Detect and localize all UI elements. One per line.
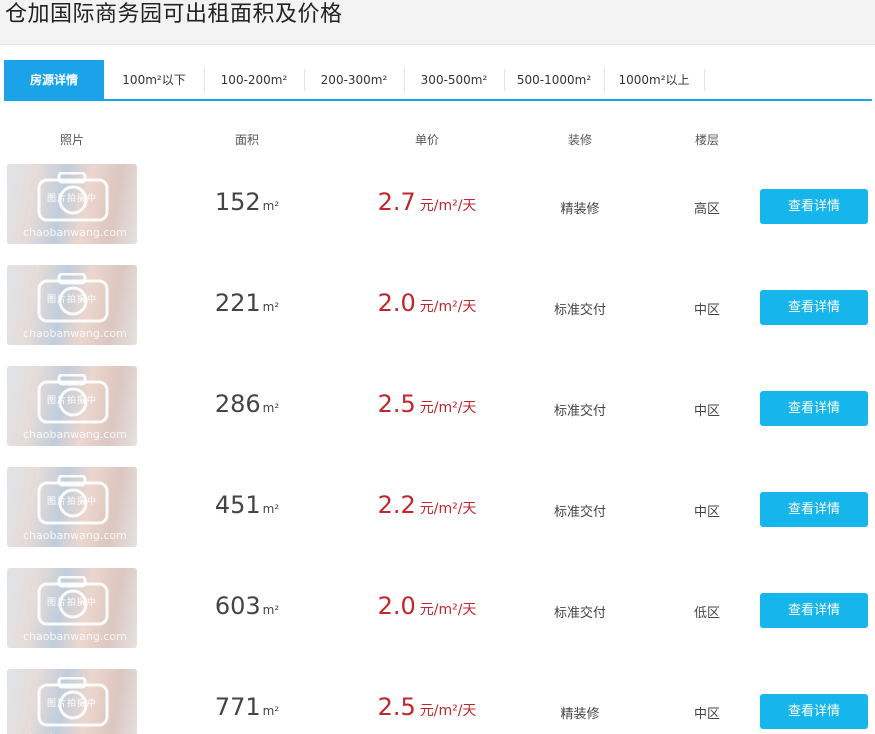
photo-watermark: chaobanwang.com xyxy=(23,428,127,441)
listing-photo[interactable]: 图片拍摄中 chaobanwang.com xyxy=(7,467,137,547)
listing-decoration: 精装修 xyxy=(560,202,600,217)
column-header-price: 单价 xyxy=(414,133,439,147)
listing-floor: 高区 xyxy=(693,202,720,217)
title-bar: 仓加国际商务园可出租面积及价格 xyxy=(0,0,875,45)
listing-price: 2.5 元/m²/天 xyxy=(347,693,507,721)
photo-pending-text: 图片拍摄中 xyxy=(47,396,98,406)
tab-100-200[interactable]: 100-200m² xyxy=(204,60,304,100)
listing-area: 771 m² xyxy=(187,693,307,721)
price-unit: 元/m²/天 xyxy=(419,602,477,618)
listing-floor: 低区 xyxy=(693,606,720,621)
price-value: 2.5 xyxy=(377,693,416,721)
price-unit: 元/m²/天 xyxy=(419,299,477,315)
price-value: 2.5 xyxy=(377,390,416,418)
listing-floor: 中区 xyxy=(693,707,720,722)
tab-500-1000[interactable]: 500-1000m² xyxy=(504,60,604,100)
column-header-decoration: 装修 xyxy=(567,133,592,147)
view-details-button[interactable]: 查看详情 xyxy=(760,694,868,729)
listing-photo[interactable]: 图片拍摄中 chaobanwang.com xyxy=(7,669,137,734)
column-header-floor: 楼层 xyxy=(694,133,719,147)
price-unit: 元/m²/天 xyxy=(419,703,477,719)
photo-watermark: chaobanwang.com xyxy=(23,630,127,643)
photo-pending-text: 图片拍摄中 xyxy=(47,194,98,204)
view-details-button[interactable]: 查看详情 xyxy=(760,391,868,426)
tab-under-100[interactable]: 100m²以下 xyxy=(104,60,204,100)
area-unit: m² xyxy=(262,502,280,516)
area-value: 152 xyxy=(214,188,261,216)
listing-row: 图片拍摄中 chaobanwang.com 603 m² 2.0 元/m²/天 标准… xyxy=(0,568,875,650)
listing-row: 图片拍摄中 chaobanwang.com 771m² 2.5元/m²/天 精装… xyxy=(0,669,875,734)
price-unit: 元/m²/天 xyxy=(419,198,477,214)
listing-photo[interactable]: 图片拍摄中 chaobanwang.com xyxy=(7,265,137,345)
listing-area: 451 m² xyxy=(187,491,307,519)
price-value: 2.7 xyxy=(377,188,416,216)
area-value: 221 xyxy=(214,289,261,317)
listing-decoration: 精装修 xyxy=(560,707,600,722)
tab-divider xyxy=(704,69,705,91)
price-value: 2.0 xyxy=(377,289,416,317)
page-title: 仓加国际商务园可出租面积及价格 xyxy=(5,2,343,27)
photo-pending-text: 图片拍摄中 xyxy=(47,295,98,305)
photo-pending-text: 图片拍摄中 xyxy=(47,598,98,608)
view-details-button[interactable]: 查看详情 xyxy=(760,492,868,527)
listing-decoration: 标准交付 xyxy=(553,606,606,621)
photo-watermark: chaobanwang.com xyxy=(23,327,127,340)
price-value: 2.2 xyxy=(377,491,416,519)
area-unit: m² xyxy=(262,603,280,617)
price-unit: 元/m²/天 xyxy=(419,501,477,517)
listing-price: 2.2 元/m²/天 xyxy=(347,491,507,519)
listing-price: 2.0 元/m²/天 xyxy=(347,592,507,620)
area-unit: m² xyxy=(262,199,280,213)
listing-photo[interactable]: 图片拍摄中 chaobanwang.com xyxy=(7,164,137,244)
listing-row: 图片拍摄中 chaobanwang.com 152 m² 2.7 元/m²/天 精装… xyxy=(0,164,875,246)
listing-photo[interactable]: 图片拍摄中 chaobanwang.com xyxy=(7,366,137,446)
listing-price: 2.5 元/m²/天 xyxy=(347,390,507,418)
tab-200-300[interactable]: 200-300m² xyxy=(304,60,404,100)
tab-over-1000[interactable]: 1000m²以上 xyxy=(604,60,704,100)
area-value: 603 xyxy=(214,592,261,620)
area-value: 771 xyxy=(214,693,261,721)
area-value: 286 xyxy=(214,390,261,418)
listing-area: 221 m² xyxy=(187,289,307,317)
tab-300-500[interactable]: 300-500m² xyxy=(404,60,504,100)
area-unit: m² xyxy=(262,401,280,415)
listing-row: 图片拍摄中 chaobanwang.com 451 m² 2.2 元/m²/天 标准… xyxy=(0,467,875,549)
view-details-button[interactable]: 查看详情 xyxy=(760,189,868,224)
photo-watermark: chaobanwang.com xyxy=(23,529,127,542)
listing-photo[interactable]: 图片拍摄中 chaobanwang.com xyxy=(7,568,137,648)
listing-row: 图片拍摄中 chaobanwang.com 221 m² 2.0 元/m²/天 标准… xyxy=(0,265,875,347)
photo-pending-text: 图片拍摄中 xyxy=(47,497,98,507)
listing-price: 2.0 元/m²/天 xyxy=(347,289,507,317)
tab-listing-details[interactable]: 房源详情 xyxy=(4,60,104,100)
listing-price: 2.7 元/m²/天 xyxy=(347,188,507,216)
price-value: 2.0 xyxy=(377,592,416,620)
view-details-button[interactable]: 查看详情 xyxy=(760,290,868,325)
listing-area: 152 m² xyxy=(187,188,307,216)
column-header-area: 面积 xyxy=(234,133,259,147)
photo-watermark: chaobanwang.com xyxy=(23,226,127,239)
price-unit: 元/m²/天 xyxy=(419,400,477,416)
listing-row: 图片拍摄中 chaobanwang.com 286 m² 2.5 元/m²/天 标准… xyxy=(0,366,875,448)
listing-decoration: 标准交付 xyxy=(553,505,606,520)
area-value: 451 xyxy=(214,491,261,519)
listing-floor: 中区 xyxy=(693,505,720,520)
photo-pending-text: 图片拍摄中 xyxy=(47,699,98,709)
column-header-photo: 照片 xyxy=(59,133,84,147)
filter-tabs: 房源详情 100m²以下 100-200m² 200-300m² 300-500… xyxy=(4,60,872,101)
view-details-button[interactable]: 查看详情 xyxy=(760,593,868,628)
listing-decoration: 标准交付 xyxy=(553,303,606,318)
listing-floor: 中区 xyxy=(693,303,720,318)
listing-area: 286 m² xyxy=(187,390,307,418)
area-unit: m² xyxy=(262,300,280,314)
area-unit: m² xyxy=(262,704,280,718)
listing-decoration: 标准交付 xyxy=(553,404,606,419)
listing-area: 603 m² xyxy=(187,592,307,620)
listing-floor: 中区 xyxy=(693,404,720,419)
